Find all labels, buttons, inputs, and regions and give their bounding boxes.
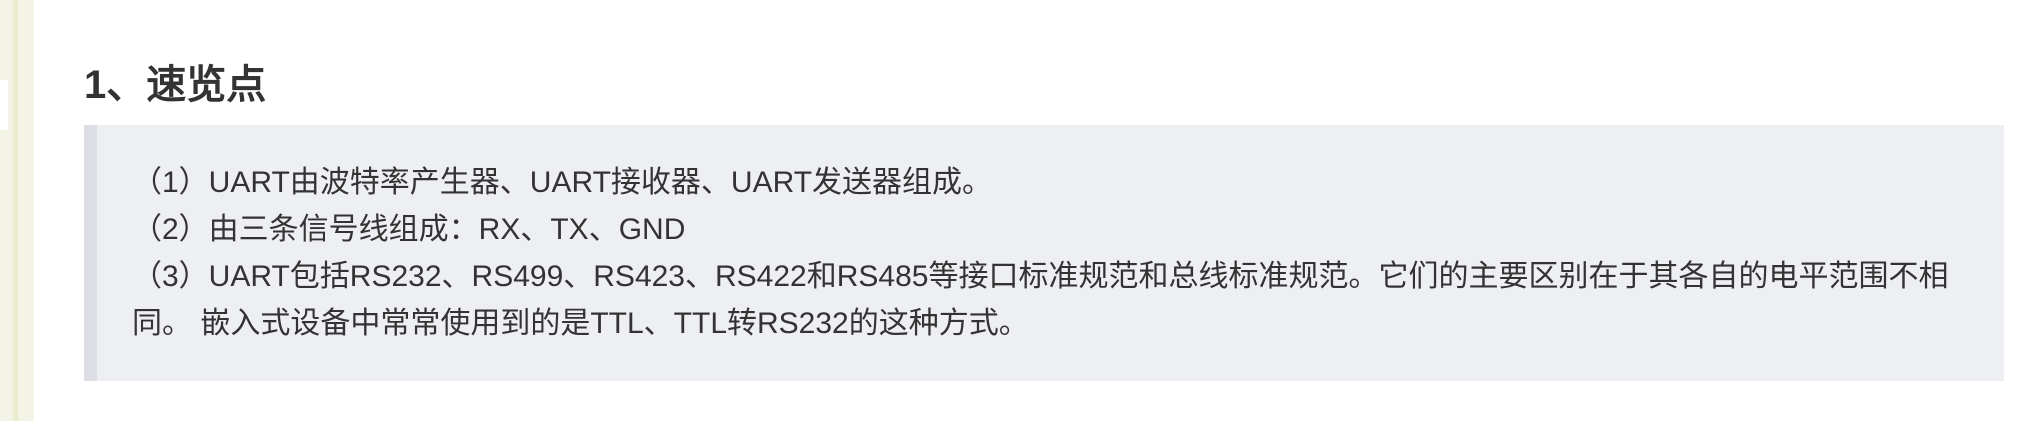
quote-line-3: （3）UART包括RS232、RS499、RS423、RS422和RS485等接… xyxy=(132,260,1949,340)
left-margin-tab xyxy=(0,80,8,130)
left-margin-strip xyxy=(0,0,34,421)
blockquote-body: （1）UART由波特率产生器、UART接收器、UART发送器组成。 （2）由三条… xyxy=(132,159,1994,347)
quote-line-1: （1）UART由波特率产生器、UART接收器、UART发送器组成。 xyxy=(132,166,993,199)
left-margin-edge xyxy=(13,0,18,421)
blockquote: （1）UART由波特率产生器、UART接收器、UART发送器组成。 （2）由三条… xyxy=(84,125,2004,381)
section-heading: 1、速览点 xyxy=(84,63,267,107)
quote-line-2: （2）由三条信号线组成：RX、TX、GND xyxy=(132,213,686,246)
